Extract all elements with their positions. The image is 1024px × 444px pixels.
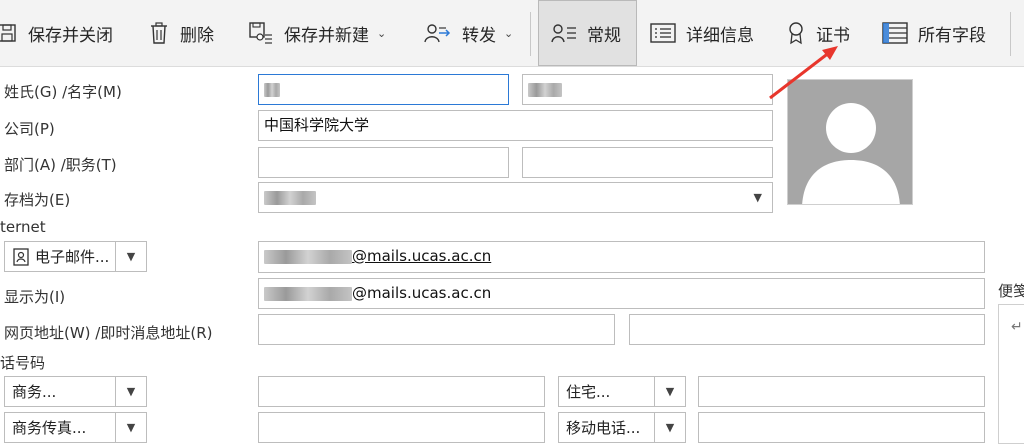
save-close-label: 保存并关闭 — [28, 25, 113, 46]
phone-section-header: 话号码 — [0, 354, 46, 372]
tab-all-fields[interactable]: 所有字段 — [882, 0, 986, 66]
phone-mobile-label: 移动电话... — [566, 419, 641, 437]
phone-business-dropdown[interactable]: 商务... ▼ — [4, 376, 147, 407]
table-grid-icon — [882, 21, 908, 45]
phone-mobile-field[interactable] — [698, 412, 985, 443]
phone-business-fax-dropdown[interactable]: 商务传真... ▼ — [4, 412, 147, 443]
phone-business-fax-label: 商务传真... — [12, 419, 87, 437]
last-name-field[interactable] — [258, 74, 509, 105]
chevron-down-icon[interactable]: ▼ — [754, 183, 762, 212]
forward-contact-icon — [424, 21, 452, 45]
phone-home-label: 住宅... — [566, 383, 611, 401]
display-value: @mails.ucas.ac.cn — [352, 284, 492, 302]
forward-dropdown-icon[interactable]: ⌄ — [504, 27, 513, 40]
redacted-last-name — [264, 82, 280, 97]
chevron-down-icon[interactable]: ▼ — [115, 377, 146, 406]
redacted-email-user — [264, 249, 352, 264]
email-type-label: 电子邮件... — [35, 248, 110, 266]
im-address-field[interactable] — [629, 314, 985, 345]
company-value: 中国科学院大学 — [264, 116, 370, 134]
file-as-label: 存档为(E) — [4, 191, 71, 209]
file-as-select[interactable]: ▼ — [258, 182, 773, 213]
department-title-label: 部门(A) /职务(T) — [4, 156, 117, 174]
name-label: 姓氏(G) /名字(M) — [4, 83, 122, 101]
tab-general[interactable]: 常规 — [538, 0, 637, 66]
chevron-down-icon[interactable]: ▼ — [115, 413, 146, 442]
ribbon-separator-right — [1010, 12, 1011, 56]
first-name-field[interactable] — [522, 74, 773, 105]
internet-section-header: ternet — [0, 218, 46, 236]
notes-return-mark: ↵ — [1011, 319, 1023, 335]
phone-mobile-dropdown[interactable]: 移动电话... ▼ — [558, 412, 686, 443]
phone-business-label: 商务... — [12, 383, 57, 401]
ribbon-separator — [530, 12, 531, 56]
phone-home-field[interactable] — [698, 376, 985, 407]
forward-label: 转发 — [462, 25, 496, 46]
annotation-arrow-icon — [769, 46, 838, 100]
save-new-icon — [248, 21, 274, 45]
save-new-label: 保存并新建 — [284, 25, 369, 46]
notes-area[interactable]: ↵ — [998, 304, 1024, 444]
save-new-dropdown-icon[interactable]: ⌄ — [377, 27, 386, 40]
phone-business-fax-field[interactable] — [258, 412, 545, 443]
company-label: 公司(P) — [4, 120, 55, 138]
delete-button[interactable]: 删除 — [148, 0, 214, 66]
chevron-down-icon[interactable]: ▼ — [654, 413, 685, 442]
save-close-icon — [0, 22, 18, 44]
tab-details-label: 详细信息 — [686, 25, 754, 46]
redacted-file-as — [264, 190, 316, 205]
company-field[interactable]: 中国科学院大学 — [258, 110, 773, 141]
email-type-dropdown[interactable]: 电子邮件... ▼ — [4, 241, 147, 272]
delete-label: 删除 — [180, 25, 214, 46]
redacted-display-user — [264, 286, 352, 301]
save-new-button[interactable]: 保存并新建 ⌄ — [248, 0, 386, 66]
chevron-down-icon[interactable]: ▼ — [654, 377, 685, 406]
tab-details[interactable]: 详细信息 — [650, 0, 754, 66]
display-as-label: 显示为(I) — [4, 288, 66, 306]
save-close-button[interactable]: 保存并关闭 — [0, 0, 113, 66]
web-address-field[interactable] — [258, 314, 615, 345]
chevron-down-icon[interactable]: ▼ — [115, 242, 146, 271]
tab-all-fields-label: 所有字段 — [918, 25, 986, 46]
redacted-first-name — [528, 82, 562, 97]
contact-card-icon — [551, 22, 577, 44]
display-as-field[interactable]: @mails.ucas.ac.cn — [258, 278, 985, 309]
phone-business-field[interactable] — [258, 376, 545, 407]
details-list-icon — [650, 22, 676, 44]
tab-general-label: 常规 — [587, 25, 621, 46]
web-im-label: 网页地址(W) /即时消息地址(R) — [4, 324, 213, 342]
notes-label: 便笺 — [998, 282, 1024, 300]
job-title-field[interactable] — [522, 147, 773, 178]
ribbon-toolbar: 保存并关闭 删除 保存并新建 ⌄ 转发 ⌄ 常规 详细信息 证书 所有字段 — [0, 0, 1024, 67]
email-value: @mails.ucas.ac.cn — [352, 247, 492, 265]
forward-button[interactable]: 转发 ⌄ — [424, 0, 513, 66]
email-field[interactable]: @mails.ucas.ac.cn — [258, 241, 985, 273]
address-book-icon — [5, 247, 29, 266]
trash-icon — [148, 21, 170, 45]
department-field[interactable] — [258, 147, 509, 178]
phone-home-dropdown[interactable]: 住宅... ▼ — [558, 376, 686, 407]
